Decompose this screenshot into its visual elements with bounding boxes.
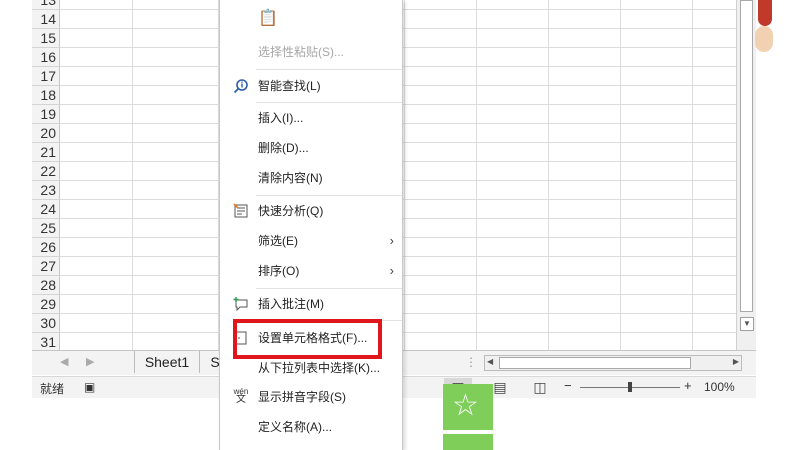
- menu-item-label: 排序(O): [258, 264, 300, 278]
- menu-item-label: 筛选(E): [258, 234, 298, 248]
- scroll-right-arrow-icon[interactable]: ▶: [733, 357, 739, 366]
- row-header[interactable]: 29: [32, 295, 60, 314]
- menu-item-filter[interactable]: 筛选(E) ›: [220, 227, 402, 255]
- row-header[interactable]: 28: [32, 276, 60, 295]
- row-header[interactable]: 22: [32, 162, 60, 181]
- row-header[interactable]: 18: [32, 86, 60, 105]
- menu-item-define-name[interactable]: 定义名称(A)...: [220, 413, 402, 441]
- menu-item-label: 定义名称(A)...: [258, 420, 332, 434]
- zoom-slider-thumb[interactable]: [628, 382, 632, 392]
- zoom-out-button[interactable]: −: [564, 378, 572, 393]
- row-header[interactable]: 24: [32, 200, 60, 219]
- menu-item-insert[interactable]: 插入(I)...: [220, 104, 402, 132]
- horizontal-scrollbar[interactable]: ◀ ▶: [484, 355, 742, 371]
- horizontal-scroll-thumb[interactable]: [499, 357, 691, 369]
- menu-item-delete[interactable]: 删除(D)...: [220, 134, 402, 162]
- row-header[interactable]: 15: [32, 29, 60, 48]
- menu-item-show-phonetic[interactable]: wén 文 显示拼音字段(S): [220, 383, 402, 411]
- row-header[interactable]: 19: [32, 105, 60, 124]
- menu-separator: [256, 288, 402, 289]
- menu-item-paste-icon: 📋: [220, 6, 402, 36]
- menu-item-label: 智能查找(L): [258, 79, 321, 93]
- background-edge: [756, 0, 800, 450]
- decorative-figure: [755, 26, 773, 52]
- menu-item-smart-lookup[interactable]: 智能查找(L): [220, 72, 402, 100]
- row-header[interactable]: 21: [32, 143, 60, 162]
- grid-line: [476, 0, 477, 350]
- menu-item-label: 插入批注(M): [258, 297, 324, 311]
- page-break-view-icon[interactable]: ◫: [526, 378, 554, 397]
- row-header[interactable]: 26: [32, 238, 60, 257]
- menu-item-sort[interactable]: 排序(O) ›: [220, 257, 402, 285]
- menu-item-label: 清除内容(N): [258, 171, 323, 185]
- menu-item-label: 插入(I)...: [258, 111, 304, 125]
- menu-item-label: 选择性粘贴(S)...: [258, 45, 344, 59]
- zoom-level[interactable]: 100%: [704, 380, 735, 394]
- menu-item-paste-special[interactable]: 选择性粘贴(S)...: [220, 38, 402, 66]
- comment-icon: [232, 296, 250, 314]
- sheet-tab-sheet1[interactable]: Sheet1: [134, 351, 200, 373]
- grid-line: [132, 0, 133, 350]
- menu-item-label: 显示拼音字段(S): [258, 390, 346, 404]
- row-header[interactable]: 14: [32, 10, 60, 29]
- highlight-box: [233, 319, 382, 359]
- vertical-scroll-thumb[interactable]: [740, 0, 753, 312]
- row-header[interactable]: 30: [32, 314, 60, 333]
- chevron-right-icon: ›: [389, 233, 394, 248]
- tab-next-icon[interactable]: ▶: [86, 355, 94, 368]
- clipboard-icon: 📋: [258, 10, 278, 27]
- row-header[interactable]: 17: [32, 67, 60, 86]
- decorative-figure: [758, 0, 772, 26]
- splitter-handle-icon[interactable]: ⋮: [465, 355, 477, 369]
- row-header[interactable]: 16: [32, 48, 60, 67]
- row-header[interactable]: 20: [32, 124, 60, 143]
- grid-line: [620, 0, 621, 350]
- scroll-left-arrow-icon[interactable]: ◀: [487, 357, 493, 366]
- green-tile: [443, 434, 493, 450]
- context-menu: 📋 选择性粘贴(S)... 智能查找(L) 插入(I)... 删除(D)... …: [219, 0, 403, 450]
- status-ready: 就绪: [40, 382, 65, 396]
- row-header[interactable]: 13: [32, 0, 60, 10]
- quick-analysis-icon: [232, 203, 250, 221]
- menu-item-quick-analysis[interactable]: 快速分析(Q): [220, 197, 402, 225]
- phonetic-icon: wén 文: [233, 387, 249, 405]
- grid-line: [692, 0, 693, 350]
- menu-item-clear-contents[interactable]: 清除内容(N): [220, 164, 402, 192]
- tab-prev-icon[interactable]: ◀: [60, 355, 68, 368]
- menu-item-label: 删除(D)...: [258, 141, 309, 155]
- vertical-scrollbar[interactable]: ▼: [736, 0, 756, 350]
- zoom-in-button[interactable]: +: [684, 378, 692, 393]
- menu-item-insert-comment[interactable]: 插入批注(M): [220, 290, 402, 318]
- row-header[interactable]: 23: [32, 181, 60, 200]
- macro-record-icon[interactable]: ▣: [84, 380, 95, 394]
- row-header[interactable]: 27: [32, 257, 60, 276]
- smart-lookup-icon: [232, 78, 250, 96]
- menu-separator: [256, 195, 402, 196]
- menu-separator: [256, 102, 402, 103]
- menu-item-label: 快速分析(Q): [258, 204, 324, 218]
- grid-line: [548, 0, 549, 350]
- chevron-right-icon: ›: [389, 263, 394, 278]
- grid-line: [404, 0, 405, 350]
- row-header[interactable]: 31: [32, 333, 60, 350]
- menu-separator: [256, 69, 402, 70]
- star-icon: ☆: [452, 389, 479, 422]
- scroll-down-arrow-icon[interactable]: ▼: [740, 317, 754, 331]
- row-header[interactable]: 25: [32, 219, 60, 238]
